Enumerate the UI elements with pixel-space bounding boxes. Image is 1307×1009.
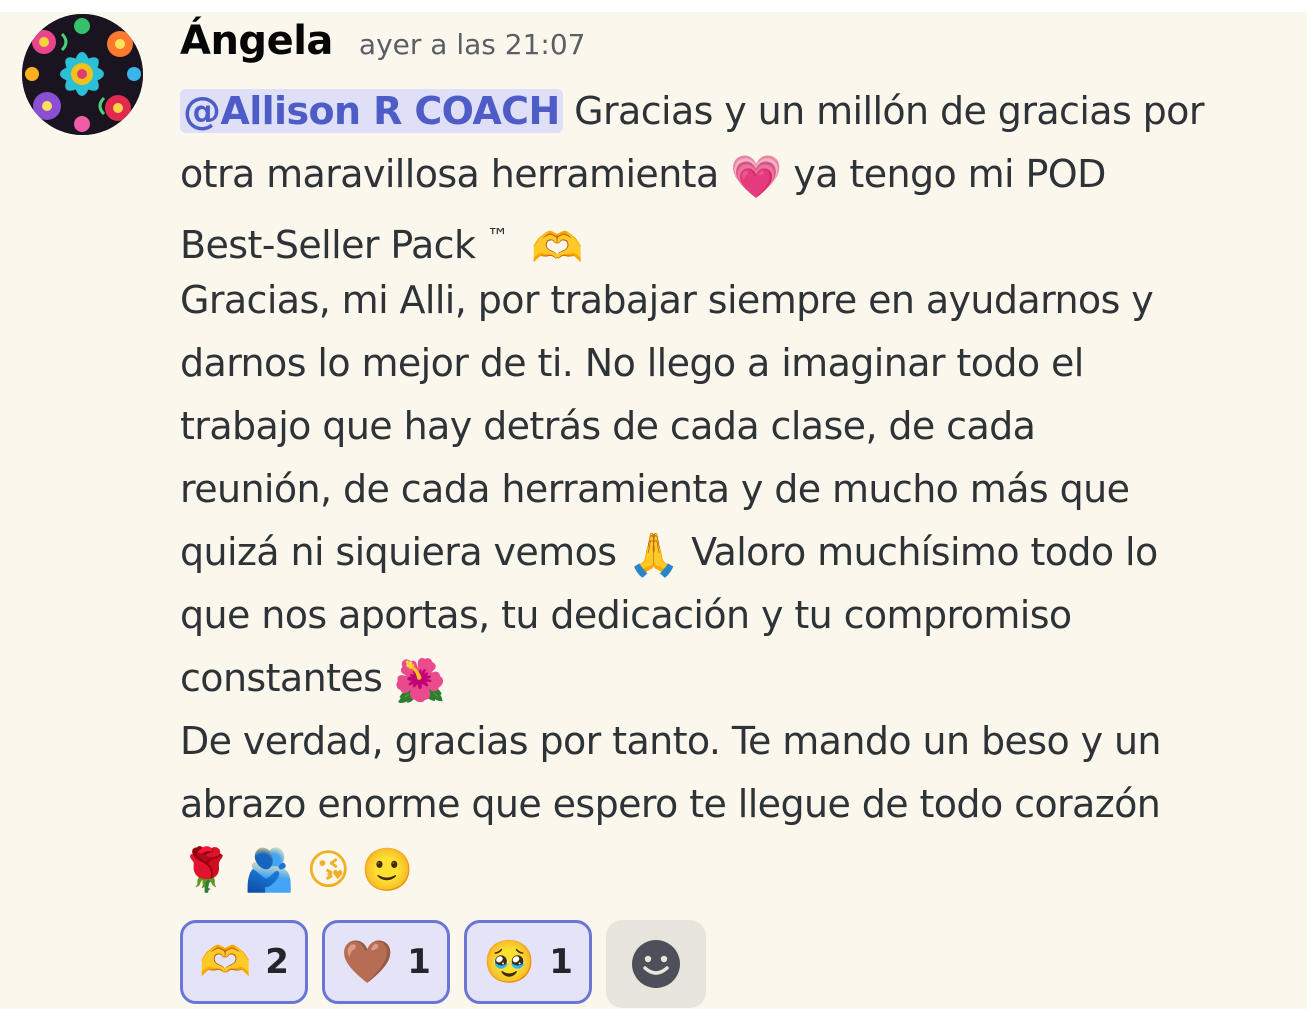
smiley-add-icon (631, 940, 680, 988)
message-text: Gracias y un millón de gracias por (562, 89, 1204, 133)
rose-emoji-icon: 🌹 (180, 845, 232, 894)
message-timestamp[interactable]: ayer a las 21:07 (359, 28, 586, 61)
message-line: abrazo enorme que espero te llegue de to… (180, 782, 1161, 826)
reaction-brown-heart[interactable]: 🤎 1 (321, 920, 450, 1004)
message-line: De verdad, gracias por tanto. Te mando u… (180, 719, 1162, 763)
message-line: reunión, de cada herramienta y de mucho … (180, 467, 1130, 511)
message-text: ya tengo mi POD (781, 152, 1106, 196)
message-text: quizá ni siquiera vemos (180, 530, 628, 574)
message-header: Ángela ayer a las 21:07 (180, 18, 1290, 78)
reaction-count: 2 (265, 942, 289, 982)
pink-heart-emoji-icon: 💗 (730, 152, 782, 201)
avatar[interactable] (22, 14, 143, 135)
message-text: constantes (180, 656, 394, 700)
slightly-smiling-face-emoji-icon: 🙂 (361, 845, 413, 894)
message-line: darnos lo mejor de ti. No llego a imagin… (180, 341, 1084, 385)
people-hugging-emoji-icon: 🫂 (243, 845, 295, 894)
message-line: Gracias, mi Alli, por trabajar siempre e… (180, 278, 1154, 322)
reaction-count: 1 (549, 942, 573, 982)
message-line: que nos aportas, tu dedicación y tu comp… (180, 593, 1072, 637)
heart-hands-icon: 🫶 (199, 937, 252, 986)
user-mention[interactable]: @Allison R COACH (180, 89, 563, 133)
message-line: @Allison R COACH Gracias y un millón de … (180, 80, 1290, 143)
message: Ángela ayer a las 21:07 @Allison R COACH… (180, 18, 1290, 899)
emoji-line: 🌹 🫂 😘 🙂 (180, 836, 1290, 899)
message-line: constantes 🌺 (180, 647, 1290, 710)
message-line: otra maravillosa herramienta 💗 ya tengo … (180, 143, 1290, 206)
brown-heart-icon: 🤎 (340, 937, 394, 986)
reactions-bar: 🫶 2 🤎 1 🥹 1 (180, 920, 706, 1008)
message-line: quizá ni siquiera vemos 🙏 Valoro muchísi… (180, 521, 1290, 584)
floral-avatar-icon (22, 14, 143, 135)
hibiscus-emoji-icon: 🌺 (393, 656, 446, 705)
message-text: Valoro muchísimo todo lo (679, 530, 1158, 574)
trademark-symbol: ™ (486, 225, 509, 250)
message-line: Best-Seller Pack ™ 🫶 (180, 206, 1290, 272)
message-body: @Allison R COACH Gracias y un millón de … (180, 80, 1290, 899)
message-text: otra maravillosa herramienta (180, 152, 731, 196)
message-line: trabajo que hay detrás de cada clase, de… (180, 404, 1036, 448)
face-blowing-kiss-emoji-icon: 😘 (306, 845, 350, 894)
reaction-heart-hands[interactable]: 🫶 2 (180, 920, 308, 1004)
author-name[interactable]: Ángela (180, 18, 333, 64)
reaction-pleading-face[interactable]: 🥹 1 (463, 920, 592, 1004)
pleading-face-icon: 🥹 (482, 937, 536, 986)
praying-hands-emoji-icon: 🙏 (627, 530, 680, 579)
add-reaction-button[interactable] (605, 920, 706, 1008)
top-strip (0, 0, 1307, 12)
message-text: Best-Seller Pack (180, 223, 487, 267)
reaction-count: 1 (407, 942, 431, 982)
